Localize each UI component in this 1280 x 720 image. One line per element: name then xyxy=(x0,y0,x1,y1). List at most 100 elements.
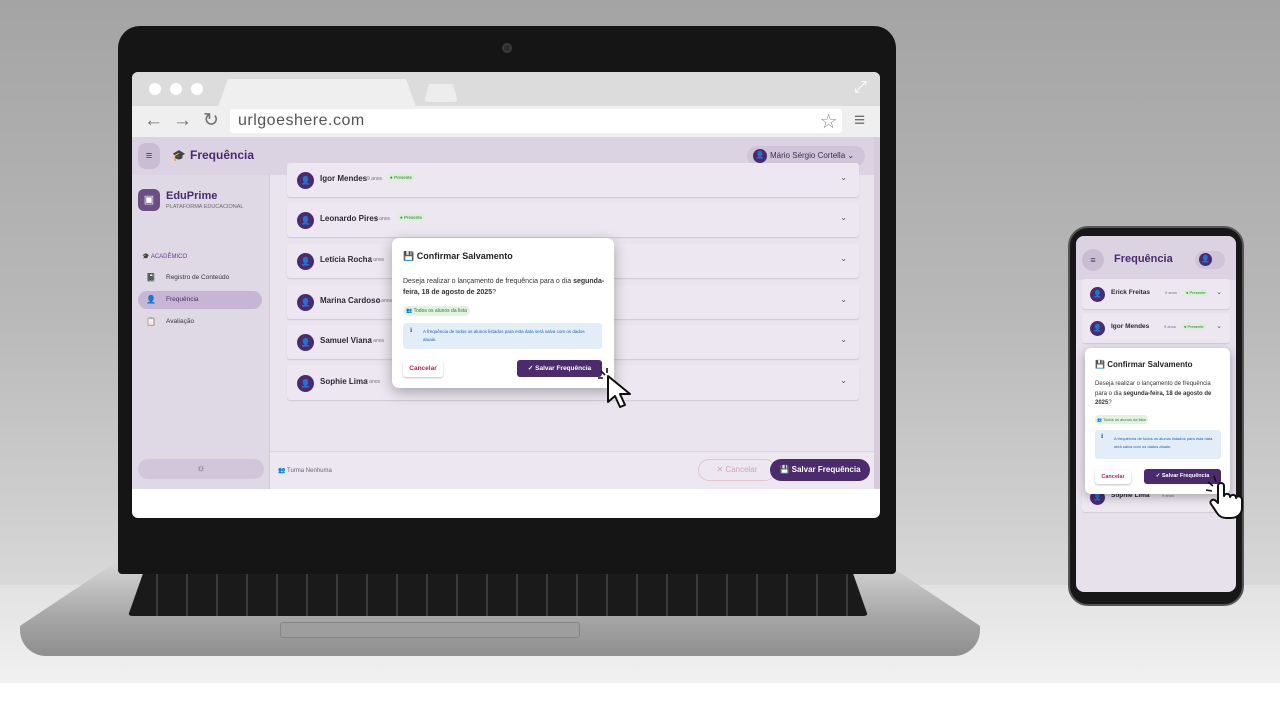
student-avatar-icon: 👤 xyxy=(297,212,314,229)
save-frequency-button[interactable]: 💾 Salvar Frequência xyxy=(770,459,870,481)
phone-page-title: Frequência xyxy=(1114,253,1173,265)
scrollbar[interactable] xyxy=(874,137,880,489)
laptop-trackpad xyxy=(280,622,580,638)
student-age: 9 anos xyxy=(369,257,385,263)
page-title: Frequência xyxy=(190,148,255,162)
browser-nav-bar: ← → ↻ urlgoeshere.com ☆ ≡ xyxy=(132,106,880,137)
student-name: Leonardo Pires xyxy=(320,214,379,223)
student-age: 9 anos xyxy=(367,176,383,182)
dialog-save-button[interactable]: ✓ Salvar Frequência xyxy=(517,360,602,377)
sidebar-item-label: Registro de Conteúdo xyxy=(166,274,230,281)
url-text: urlgoeshere.com xyxy=(238,112,365,129)
student-avatar-icon: 👤 xyxy=(297,294,314,311)
clipboard-icon: 📋 xyxy=(146,317,156,326)
browser-menu-icon[interactable]: ≡ xyxy=(854,110,865,132)
all-students-chip: 👥 Todos os alunos da lista xyxy=(1095,415,1148,424)
dialog-message: Deseja realizar o lançamento de frequênc… xyxy=(403,278,605,296)
student-age: 8 anos xyxy=(365,379,381,385)
back-icon[interactable]: ← xyxy=(144,110,163,132)
window-maximize-dot[interactable] xyxy=(191,83,203,95)
confirm-dialog: 💾 Confirmar Salvamento Deseja realizar o… xyxy=(392,238,614,388)
sidebar: ▣ EduPrime PLATAFORMA EDUCACIONAL 🎓 ACAD… xyxy=(132,175,270,489)
student-avatar-icon: 👤 xyxy=(297,253,314,270)
turma-label: 👥 Turma Nenhuma xyxy=(278,468,332,474)
background-scene: ⤢ ← → ↻ urlgoeshere.com ☆ ≡ ≡ 🎓 Frequênc… xyxy=(0,0,1280,683)
theme-toggle-button[interactable]: ☼ xyxy=(138,459,264,479)
cancel-button[interactable]: ✕ Cancelar xyxy=(698,459,776,481)
sidebar-item-avaliacao[interactable]: 📋 Avaliação xyxy=(138,313,262,331)
user-avatar-icon: 👤 xyxy=(1199,253,1212,266)
student-avatar-icon: 👤 xyxy=(297,172,314,189)
window-close-dot[interactable] xyxy=(149,83,161,95)
dialog-message: Deseja realizar o lançamento de frequênc… xyxy=(1095,381,1212,406)
chevron-down-icon[interactable]: ⌄ xyxy=(840,335,847,344)
dialog-cancel-button[interactable]: Cancelar xyxy=(403,361,443,377)
browser-new-tab[interactable] xyxy=(424,84,458,102)
student-age: 9 anos xyxy=(375,216,391,222)
phone-screen: ≡ Frequência 👤 👤 Erick Freitas 9 anos ● … xyxy=(1076,236,1236,592)
hand-pointer-icon xyxy=(1205,476,1243,519)
webcam xyxy=(502,43,512,53)
student-avatar-icon: 👤 xyxy=(297,334,314,351)
chevron-down-icon[interactable]: ⌄ xyxy=(840,376,847,385)
dialog-title: 💾 Confirmar Salvamento xyxy=(1095,360,1193,369)
forward-icon[interactable]: → xyxy=(173,110,192,132)
user-avatar-icon: 👤 xyxy=(753,149,767,163)
chevron-down-icon[interactable]: ⌄ xyxy=(840,173,847,182)
notebook-icon: 📓 xyxy=(146,273,156,282)
status-badge: ● Presente xyxy=(397,214,425,221)
sidebar-item-label: Avaliação xyxy=(166,318,195,325)
confirm-dialog: 💾 Confirmar Salvamento Deseja realizar o… xyxy=(1085,348,1230,494)
section-label: 🎓 ACADÊMICO xyxy=(142,254,188,260)
info-alert: ℹA frequência de todos os alunos listado… xyxy=(1095,430,1221,459)
mouse-cursor-icon xyxy=(598,368,631,408)
menu-toggle-icon[interactable]: ≡ xyxy=(138,143,160,169)
laptop-keyboard xyxy=(128,574,868,616)
phone-header: ≡ Frequência 👤 xyxy=(1076,236,1236,280)
chevron-down-icon[interactable]: ⌄ xyxy=(840,295,847,304)
person-icon: 👤 xyxy=(146,295,156,304)
student-age: 9 anos xyxy=(369,338,385,344)
address-bar[interactable]: urlgoeshere.com ☆ xyxy=(230,109,842,133)
brand-logo-icon: ▣ xyxy=(138,189,160,211)
browser-tab-bar: ⤢ xyxy=(132,72,880,107)
action-footer: 👥 Turma Nenhuma ✕ Cancelar 💾 Salvar Freq… xyxy=(270,451,880,489)
student-name: Igor Mendes xyxy=(1111,323,1150,330)
brand-tagline: PLATAFORMA EDUCACIONAL xyxy=(166,204,244,210)
chevron-down-icon[interactable]: ⌄ xyxy=(840,254,847,263)
student-age: 8 anos xyxy=(377,298,393,304)
reload-icon[interactable]: ↻ xyxy=(203,110,219,132)
chevron-down-icon[interactable]: ⌄ xyxy=(840,213,847,222)
status-badge: ● Presente xyxy=(1184,289,1208,296)
status-badge: ● Presente xyxy=(387,174,415,181)
student-age: 9 anos xyxy=(1165,290,1178,295)
student-row[interactable]: 👤 Leonardo Pires 9 anos ● Presente ⌄ xyxy=(287,203,859,237)
sidebar-item-frequencia[interactable]: 👤 Frequência xyxy=(138,291,262,309)
status-badge: ● Presente xyxy=(1182,323,1206,330)
student-name: Letícia Rocha xyxy=(320,255,373,264)
student-row[interactable]: 👤 Igor Mendes 9 anos ● Presente ⌄ xyxy=(1082,313,1230,343)
dialog-title: 💾 Confirmar Salvamento xyxy=(403,251,513,261)
bookmark-star-icon[interactable]: ☆ xyxy=(820,109,838,134)
student-name: Erick Freitas xyxy=(1111,289,1151,296)
phone-user-menu[interactable]: 👤 xyxy=(1195,251,1225,269)
fullscreen-icon[interactable]: ⤢ xyxy=(854,79,867,97)
sidebar-item-registro[interactable]: 📓 Registro de Conteúdo xyxy=(138,269,262,287)
student-name: Marina Cardoso xyxy=(320,296,381,305)
window-minimize-dot[interactable] xyxy=(170,83,182,95)
all-students-chip: 👥 Todos os alunos da lista xyxy=(403,306,470,316)
brand-name: EduPrime xyxy=(166,190,218,202)
app-window: ≡ 🎓 Frequência 👤 Mário Sérgio Cortella ⌄… xyxy=(132,137,880,489)
menu-toggle-icon[interactable]: ≡ xyxy=(1082,249,1104,271)
sidebar-item-label: Frequência xyxy=(166,296,199,303)
user-name: Mário Sérgio Cortella xyxy=(770,151,846,160)
student-name: Igor Mendes xyxy=(320,174,368,183)
dialog-cancel-button[interactable]: Cancelar xyxy=(1095,470,1131,484)
student-row[interactable]: 👤 Igor Mendes 9 anos ● Presente ⌄ xyxy=(287,163,859,197)
student-row[interactable]: 👤 Erick Freitas 9 anos ● Presente ⌄ xyxy=(1082,279,1230,309)
info-alert: ℹA frequência de todos os alunos listado… xyxy=(403,323,602,349)
chevron-down-icon[interactable]: ⌄ xyxy=(1216,288,1222,296)
student-avatar-icon: 👤 xyxy=(1090,321,1105,336)
browser-tab-active[interactable] xyxy=(218,79,416,107)
chevron-down-icon[interactable]: ⌄ xyxy=(1216,322,1222,330)
